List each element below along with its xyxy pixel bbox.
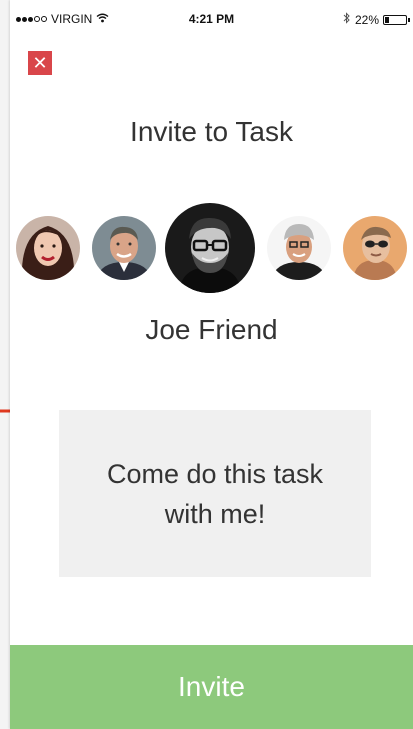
friend-avatar-4[interactable]	[267, 216, 331, 280]
friend-avatar-carousel	[10, 0, 413, 300]
friend-avatar-5[interactable]	[343, 216, 407, 280]
invite-button-label: Invite	[178, 671, 245, 702]
invite-message-text: Come do this task with me!	[106, 458, 324, 529]
selected-friend-name: Joe Friend	[145, 314, 278, 345]
invite-button[interactable]: Invite	[10, 645, 413, 729]
invite-message-field[interactable]: Come do this task with me!	[59, 410, 371, 577]
friend-avatar-1[interactable]	[16, 216, 80, 280]
friend-avatar-2[interactable]	[92, 216, 156, 280]
friend-avatar-3-selected[interactable]	[165, 203, 255, 293]
phone-screen: VIRGIN 4:21 PM 22% ✕ Invite to Task Joe …	[10, 0, 413, 729]
